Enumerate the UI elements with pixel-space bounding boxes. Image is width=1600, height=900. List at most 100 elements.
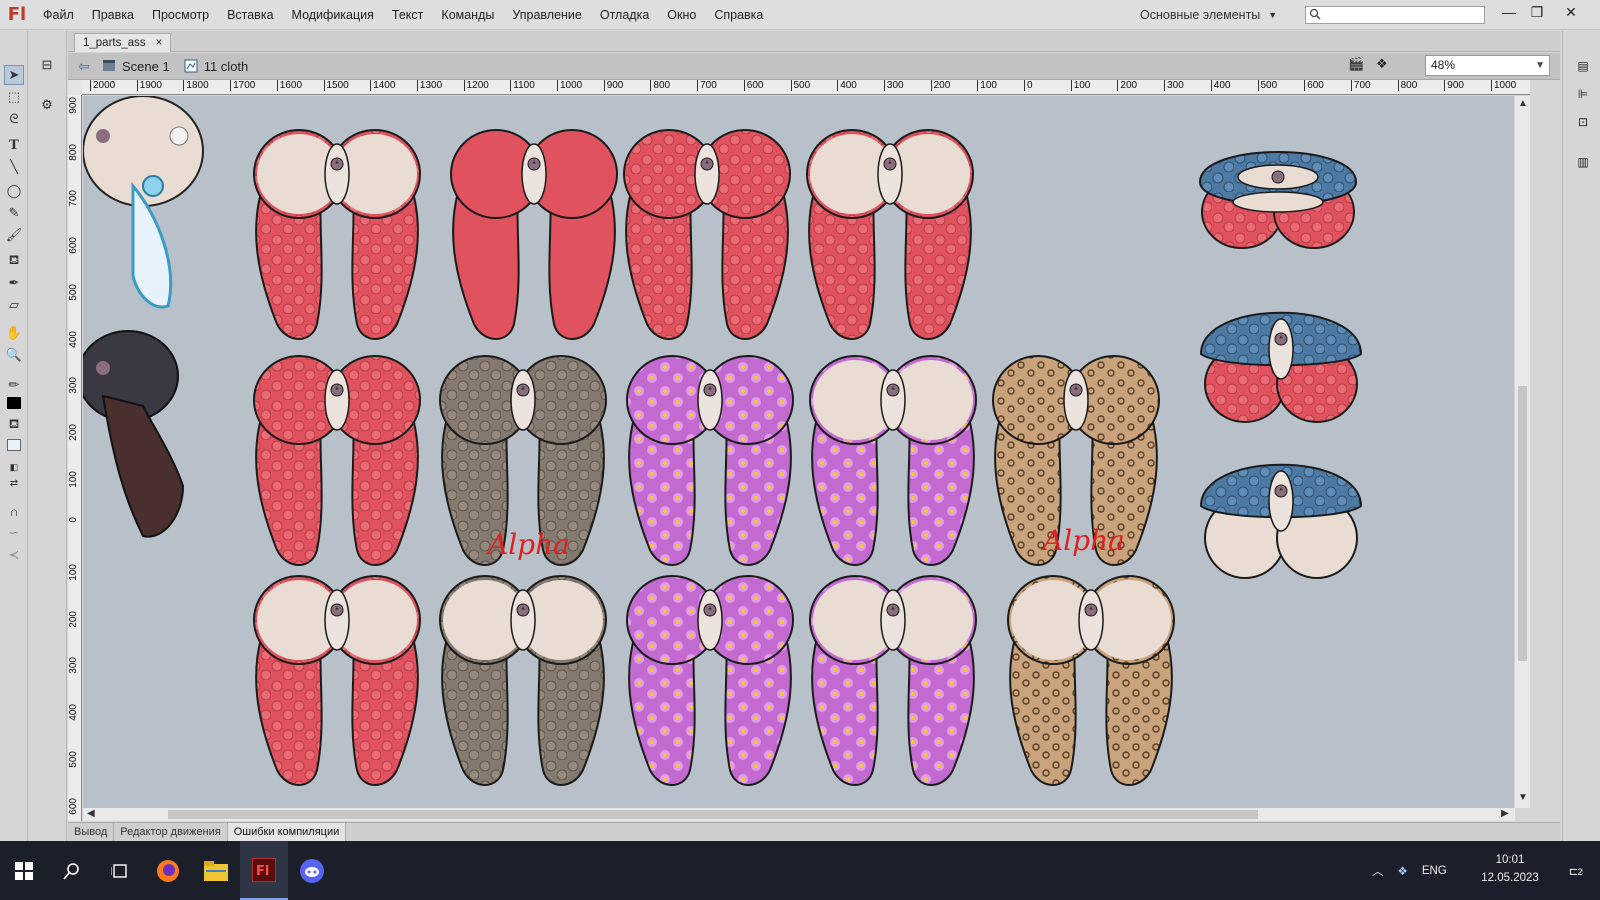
transform-button[interactable]: ⊡: [1572, 111, 1594, 133]
edit-symbols-button[interactable]: ❖: [1376, 56, 1398, 76]
stroke-color-tool[interactable]: ✏: [4, 375, 24, 395]
breadcrumb-scene[interactable]: Scene 1: [102, 59, 170, 74]
fill-color-swatch[interactable]: [4, 435, 24, 455]
stage[interactable]: Alpha Alpha: [83, 96, 1514, 808]
ruler-tick-label: 900: [603, 80, 623, 91]
color-swatch-black: [7, 397, 21, 409]
ruler-tick-label: 1900: [136, 80, 162, 91]
restore-button[interactable]: ❐: [1522, 0, 1552, 24]
menu-text[interactable]: Текст: [383, 0, 432, 30]
menu-file[interactable]: Файл: [34, 0, 83, 30]
tab-compiler-errors[interactable]: Ошибки компиляции: [227, 823, 347, 841]
ruler-tick-label: 700: [68, 190, 79, 208]
menu-insert[interactable]: Вставка: [218, 0, 282, 30]
ruler-tick-label: 300: [68, 377, 79, 394]
timeline-panel-button[interactable]: ⊟: [37, 55, 57, 75]
subselection-tool[interactable]: ⬚: [4, 87, 24, 107]
sprite-r3-c4: [809, 575, 977, 786]
paint-bucket-tool[interactable]: ⛾: [4, 251, 24, 271]
eraser-tool[interactable]: ▱: [4, 295, 24, 315]
menu-debug[interactable]: Отладка: [591, 0, 658, 30]
flash-app-button[interactable]: Fl: [240, 841, 288, 900]
dropbox-icon[interactable]: ❖: [1398, 864, 1408, 878]
swap-icon: ⇄: [9, 477, 19, 489]
swap-colors-tool[interactable]: ⇄: [4, 473, 24, 493]
smooth-tool[interactable]: ∽: [4, 523, 24, 543]
file-explorer-button[interactable]: [192, 841, 240, 900]
close-window-button[interactable]: ✕: [1556, 0, 1586, 24]
chevron-up-icon[interactable]: ︿: [1372, 863, 1384, 879]
edit-scene-button[interactable]: 🎬: [1348, 56, 1370, 76]
fill-color-tool[interactable]: ⛾: [4, 415, 24, 435]
ruler-tick-label: 500: [1257, 80, 1277, 91]
tab-output[interactable]: Вывод: [68, 823, 115, 841]
ruler-tick-label: 400: [837, 80, 857, 91]
scroll-right-icon[interactable]: ▶: [1501, 808, 1509, 819]
properties-button[interactable]: ▤: [1572, 55, 1594, 77]
tab-motion-editor[interactable]: Редактор движения: [114, 823, 228, 841]
hand-tool[interactable]: ✋: [4, 323, 24, 343]
scroll-up-icon[interactable]: ▲: [1518, 98, 1528, 109]
menu-view[interactable]: Просмотр: [143, 0, 218, 30]
library-button[interactable]: ▥: [1572, 151, 1594, 173]
discord-button[interactable]: [288, 841, 336, 900]
menu-window[interactable]: Окно: [658, 0, 705, 30]
ruler-tick-label: 100: [977, 80, 997, 91]
menu-edit[interactable]: Правка: [83, 0, 143, 30]
selection-tool[interactable]: ➤: [4, 65, 24, 85]
lasso-tool[interactable]: ᘓ: [4, 109, 24, 129]
sprite-r1-c4: [806, 129, 974, 340]
straighten-tool[interactable]: ≺: [4, 545, 24, 565]
horizontal-scroll-thumb[interactable]: [168, 810, 1258, 819]
eraser-icon: ▱: [9, 297, 19, 312]
minimize-button[interactable]: —: [1494, 0, 1524, 24]
align-button[interactable]: ⊫: [1572, 83, 1594, 105]
ruler-tick-label: 400: [1210, 80, 1230, 91]
back-button[interactable]: ⇦: [74, 56, 94, 76]
snap-tool[interactable]: ∩: [4, 501, 24, 521]
stroke-color-swatch[interactable]: [4, 393, 24, 413]
ruler-tick-label: 900: [68, 97, 79, 114]
vertical-scroll-thumb[interactable]: [1518, 386, 1527, 661]
svg-text:Fl: Fl: [256, 864, 269, 879]
ruler-tick-label: 1000: [1491, 80, 1516, 91]
tab-1-parts-ass[interactable]: 1_parts_ass ×: [74, 33, 172, 52]
pencil-icon: ✎: [8, 205, 20, 220]
ruler-tick-label: 300: [68, 657, 79, 675]
breadcrumb-symbol[interactable]: 11 cloth: [184, 59, 248, 74]
firefox-button[interactable]: [144, 841, 192, 900]
motion-presets-button[interactable]: ⚙: [37, 95, 57, 115]
menu-help[interactable]: Справка: [705, 0, 772, 30]
search-input[interactable]: [1305, 6, 1485, 24]
horizontal-scrollbar[interactable]: ◀ ▶: [83, 808, 1515, 821]
search-icon: [1309, 8, 1321, 20]
taskbar-search-button[interactable]: [48, 841, 96, 900]
task-view-button[interactable]: [96, 841, 144, 900]
zoom-tool[interactable]: 🔍: [4, 345, 24, 365]
close-tab-icon[interactable]: ×: [156, 34, 163, 52]
line-tool[interactable]: ╲: [4, 157, 24, 177]
zoom-select[interactable]: 48% ▼: [1425, 55, 1550, 76]
menu-control[interactable]: Управление: [503, 0, 591, 30]
scroll-left-icon[interactable]: ◀: [87, 808, 95, 819]
brush-tool[interactable]: 🖌: [4, 225, 24, 245]
workspace-switcher[interactable]: Основные элементы ▼: [1140, 0, 1277, 30]
menu-commands[interactable]: Команды: [432, 0, 503, 30]
ruler-tick-label: 1800: [183, 80, 209, 91]
eyedropper-tool[interactable]: ✒: [4, 273, 24, 293]
brush-icon: 🖌: [5, 227, 23, 242]
vertical-scrollbar[interactable]: ▲ ▼: [1515, 96, 1530, 808]
firefox-icon: [157, 859, 179, 882]
system-tray: ︿ ❖ ENG: [1372, 841, 1447, 900]
notifications-button[interactable]: ▭ 2: [1552, 841, 1600, 900]
menu-modify[interactable]: Модификация: [283, 0, 383, 30]
start-button[interactable]: [0, 841, 48, 900]
text-tool[interactable]: T: [4, 135, 24, 155]
pencil-tool[interactable]: ✎: [4, 203, 24, 223]
oval-tool[interactable]: ◯: [4, 181, 24, 201]
windows-icon: [15, 861, 33, 880]
scroll-down-icon[interactable]: ▼: [1518, 792, 1528, 803]
timeline-icon: ⊟: [41, 57, 53, 72]
clock[interactable]: 10:01 12.05.2023: [1475, 851, 1545, 887]
language-indicator[interactable]: ENG: [1422, 865, 1447, 877]
